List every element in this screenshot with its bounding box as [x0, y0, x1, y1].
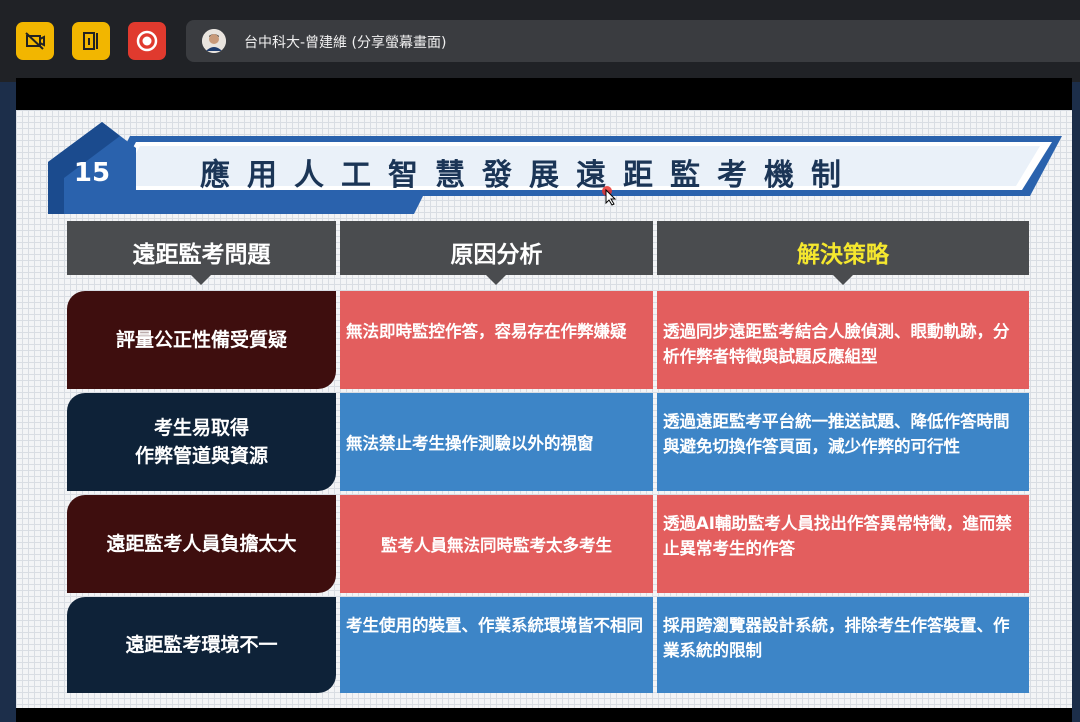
problem-cell-4: 遠距監考環境不一	[67, 597, 336, 693]
header-problem-label: 遠距監考問題	[132, 242, 271, 268]
shared-screen-top-bar	[16, 78, 1072, 110]
header-reason-label: 原因分析	[450, 242, 543, 268]
reason-text-2: 無法禁止考生操作測驗以外的視窗	[346, 433, 594, 453]
slide-title: 應用人工智慧發展遠距監考機制	[200, 158, 858, 193]
solution-cell-2: 透過遠距監考平台統一推送試題、降低作答時間與避免切換作答頁面，減少作弊的可行性	[657, 393, 1029, 491]
reason-text-1: 無法即時監控作答，容易存在作弊嫌疑	[346, 322, 627, 341]
header-problem: 遠距監考問題	[67, 221, 336, 285]
shared-screen-bottom-bar	[16, 708, 1072, 722]
problem-text-3: 遠距監考人員負擔太大	[106, 533, 297, 555]
window-edge-right	[1072, 82, 1080, 722]
reason-cell-1: 無法即時監控作答，容易存在作弊嫌疑	[340, 291, 653, 389]
record-button[interactable]	[128, 22, 166, 60]
mouse-cursor-icon	[602, 186, 617, 206]
solution-text-4: 採用跨瀏覽器設計系統，排除考生作答裝置、作業系統的限制	[663, 616, 1010, 660]
problem-cell-1: 評量公正性備受質疑	[67, 291, 336, 389]
problem-cell-2: 考生易取得 作弊管道與資源	[67, 393, 336, 491]
exit-door-icon	[83, 32, 98, 50]
reason-cell-4: 考生使用的裝置、作業系統環境皆不相同	[340, 597, 653, 693]
problem-cell-3: 遠距監考人員負擔太大	[67, 495, 336, 593]
problem-text-2a: 考生易取得	[153, 417, 249, 439]
record-icon	[136, 30, 158, 52]
reason-text-4: 考生使用的裝置、作業系統環境皆不相同	[346, 616, 643, 635]
header-solution-label: 解決策略	[797, 242, 889, 268]
solution-cell-3: 透過AI輔助監考人員找出作答異常特徵，進而禁止異常考生的作答	[657, 495, 1029, 593]
solution-text-3: 透過AI輔助監考人員找出作答異常特徵，進而禁止異常考生的作答	[663, 514, 1012, 558]
solution-cell-1: 透過同步遠距監考結合人臉偵測、眼動軌跡，分析作弊者特徵與試題反應組型	[657, 291, 1029, 389]
reason-cell-2: 無法禁止考生操作測驗以外的視窗	[340, 393, 653, 491]
header-solution: 解決策略	[657, 221, 1029, 285]
reason-cell-3: 監考人員無法同時監考太多考生	[340, 495, 653, 593]
meeting-toolbar: 台中科大-曾建維 (分享螢幕畫面)	[0, 0, 1080, 82]
share-title: 台中科大-曾建維 (分享螢幕畫面)	[244, 35, 447, 51]
solution-text-2: 透過遠距監考平台統一推送試題、降低作答時間與避免切換作答頁面，減少作弊的可行性	[663, 412, 1010, 456]
presenter-avatar	[202, 29, 226, 53]
window-edge-left	[0, 82, 16, 722]
hide-video-icon	[25, 32, 45, 50]
solution-text-1: 透過同步遠距監考結合人臉偵測、眼動軌跡，分析作弊者特徵與試題反應組型	[663, 322, 1010, 366]
screen-share-indicator[interactable]: 台中科大-曾建維 (分享螢幕畫面)	[186, 20, 1080, 62]
solution-cell-4: 採用跨瀏覽器設計系統，排除考生作答裝置、作業系統的限制	[657, 597, 1029, 693]
problem-text-2b: 作弊管道與資源	[134, 445, 268, 467]
problem-text-1: 評量公正性備受質疑	[115, 329, 287, 351]
header-reason: 原因分析	[340, 221, 653, 285]
problem-text-4: 遠距監考環境不一	[125, 634, 278, 656]
slide-number: 15	[73, 158, 111, 188]
hide-video-button[interactable]	[16, 22, 54, 60]
reason-text-3: 監考人員無法同時監考太多考生	[381, 535, 612, 555]
leave-button[interactable]	[72, 22, 110, 60]
